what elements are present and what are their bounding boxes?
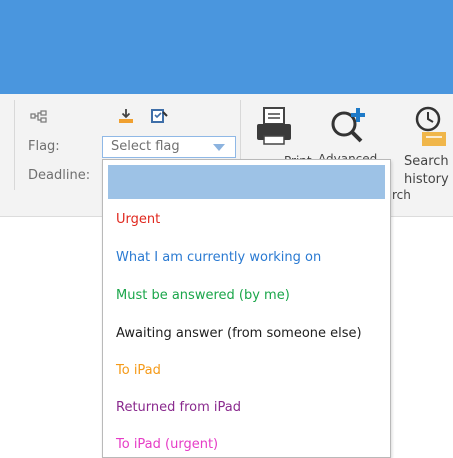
advanced-search-icon[interactable] (328, 104, 372, 146)
deadline-label: Deadline: (28, 168, 91, 183)
flag-select[interactable]: Select flag (102, 136, 236, 158)
dropdown-item-returned-from-ipad[interactable]: Returned from iPad (116, 400, 241, 415)
flag-select-value: Select flag (111, 139, 180, 154)
checklist-edit-icon[interactable] (150, 108, 168, 124)
search-history-icon[interactable] (410, 104, 450, 148)
dropdown-item-must-answer[interactable]: Must be answered (by me) (116, 288, 290, 303)
advanced-search-label-suffix[interactable]: rch (392, 188, 411, 202)
chevron-down-icon[interactable] (213, 144, 225, 151)
title-bar (0, 0, 453, 94)
download-icon[interactable] (118, 108, 134, 124)
search-history-label-line2[interactable]: history (404, 172, 449, 187)
dropdown-item-urgent[interactable]: Urgent (116, 212, 160, 227)
ribbon-separator (14, 100, 15, 190)
dropdown-item-empty[interactable] (108, 165, 385, 199)
workflow-icon[interactable] (30, 110, 48, 124)
dropdown-item-working-on[interactable]: What I am currently working on (116, 250, 321, 265)
dropdown-item-to-ipad[interactable]: To iPad (116, 363, 161, 378)
flag-dropdown-list: Urgent What I am currently working on Mu… (102, 159, 391, 458)
search-history-label-line1[interactable]: Search (404, 154, 449, 169)
dropdown-item-awaiting-answer[interactable]: Awaiting answer (from someone else) (116, 326, 362, 341)
printer-icon[interactable] (255, 106, 293, 146)
dropdown-item-to-ipad-urgent[interactable]: To iPad (urgent) (116, 437, 218, 452)
flag-label: Flag: (28, 139, 60, 154)
